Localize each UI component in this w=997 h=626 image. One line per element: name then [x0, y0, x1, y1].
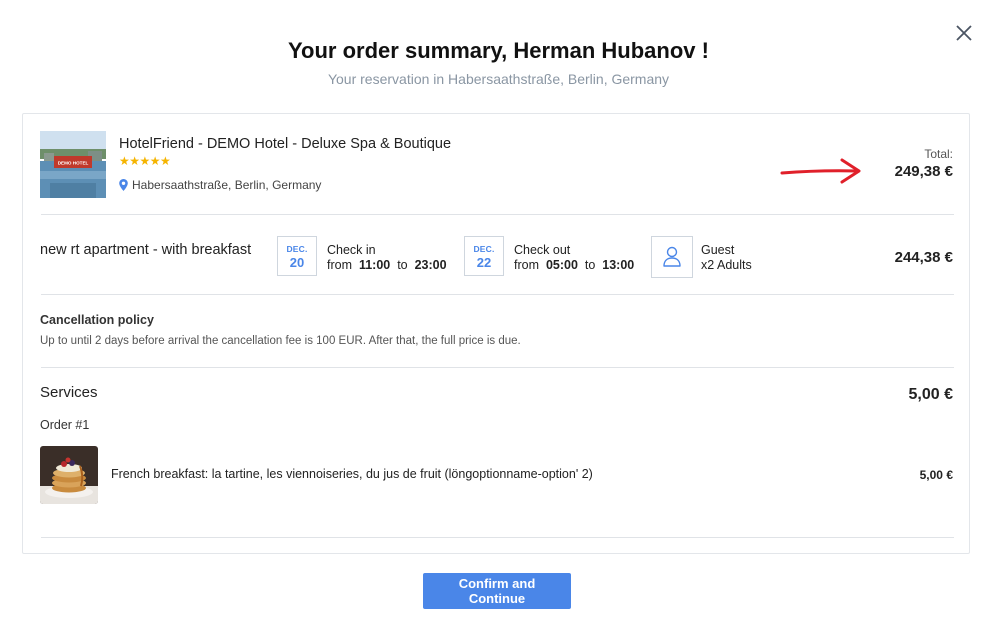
checkin-time: from 11:00 to 23:00 — [327, 258, 447, 272]
checkin-month: DEC. — [286, 244, 308, 254]
checkout-day: 22 — [476, 255, 492, 270]
checkin-date-badge: DEC. 20 — [277, 236, 317, 276]
services-title: Services — [40, 384, 98, 401]
divider — [41, 214, 954, 215]
divider — [41, 294, 954, 295]
location-pin-icon — [119, 179, 128, 191]
hotel-rating-stars: ★★★★★ — [119, 154, 171, 168]
cancellation-policy-title: Cancellation policy — [40, 313, 154, 327]
hotel-address-text: Habersaathstraße, Berlin, Germany — [132, 178, 322, 192]
page-subtitle: Your reservation in Habersaathstraße, Be… — [327, 71, 670, 87]
confirm-continue-button[interactable]: Confirm and Continue — [423, 573, 571, 609]
user-icon — [663, 246, 681, 267]
divider — [41, 537, 954, 538]
services-total: 5,00 € — [908, 386, 953, 403]
divider — [41, 367, 954, 368]
cancellation-policy-text: Up to until 2 days before arrival the ca… — [40, 335, 521, 347]
guest-label: Guest — [701, 243, 735, 257]
service-item-name: French breakfast: la tartine, les vienno… — [111, 467, 593, 481]
service-item-price: 5,00 € — [919, 468, 953, 482]
checkin-day: 20 — [289, 255, 305, 270]
total-price: 249,38 € — [894, 163, 953, 180]
order-label: Order #1 — [40, 418, 90, 432]
checkout-label: Check out — [514, 243, 571, 257]
total-label: Total: — [924, 147, 953, 161]
hotel-image: DEMO HOTEL — [40, 131, 106, 198]
guest-count: x2 Adults — [701, 258, 752, 272]
checkout-month: DEC. — [473, 244, 495, 254]
hotel-name: HotelFriend - DEMO Hotel - Deluxe Spa & … — [119, 136, 452, 152]
service-image — [40, 446, 98, 504]
red-arrow-icon — [780, 158, 861, 184]
room-name: new rt apartment - with breakfast — [40, 242, 252, 258]
guest-badge — [651, 236, 693, 278]
room-price: 244,38 € — [894, 249, 953, 266]
page-title: Your order summary, Herman Hubanov ! — [288, 38, 709, 63]
order-summary-card: DEMO HOTEL HotelFriend - DEMO Hotel - De… — [22, 113, 970, 554]
svg-text:DEMO HOTEL: DEMO HOTEL — [58, 161, 89, 166]
checkin-label: Check in — [327, 243, 376, 257]
checkout-time: from 05:00 to 13:00 — [514, 258, 635, 272]
hotel-address: Habersaathstraße, Berlin, Germany — [119, 178, 321, 192]
checkout-date-badge: DEC. 22 — [464, 236, 504, 276]
